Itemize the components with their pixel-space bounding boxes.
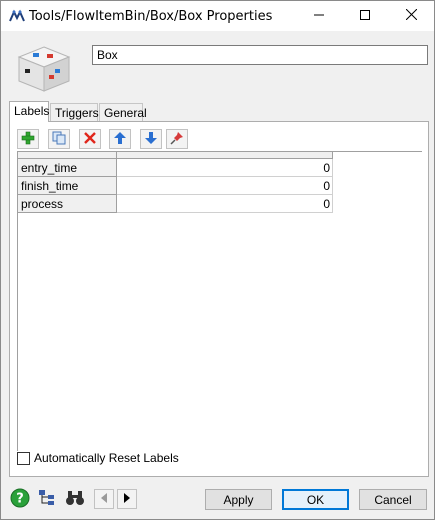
label-value-cell[interactable]: 0 — [117, 195, 333, 213]
next-button[interactable] — [117, 489, 137, 509]
close-button[interactable] — [388, 1, 434, 31]
tab-labels[interactable]: Labels — [9, 101, 49, 122]
find-button[interactable] — [64, 488, 86, 510]
pin-icon — [170, 131, 184, 148]
svg-text:?: ? — [16, 491, 24, 506]
value-column-header[interactable] — [117, 152, 333, 159]
table-header — [18, 152, 333, 159]
copy-label-button[interactable] — [48, 129, 70, 149]
auto-reset-labels-label: Automatically Reset Labels — [34, 451, 179, 465]
table-corner-header — [18, 152, 117, 159]
add-label-button[interactable] — [17, 129, 39, 149]
binoculars-icon — [65, 489, 85, 510]
maximize-icon — [360, 9, 370, 23]
arrow-right-icon — [123, 492, 131, 506]
arrow-left-icon — [100, 492, 108, 506]
table-row[interactable]: process 0 — [18, 195, 333, 213]
minimize-button[interactable] — [296, 1, 342, 31]
tab-general[interactable]: General — [99, 103, 147, 121]
auto-reset-labels-checkbox[interactable] — [17, 451, 30, 465]
box-object-icon — [15, 43, 73, 95]
title-bar[interactable]: Tools/FlowItemBin/Box/Box Properties — [1, 1, 434, 31]
label-value-cell[interactable]: 0 — [117, 177, 333, 195]
labels-panel: entry_time 0 finish_time 0 process 0 — [9, 121, 429, 477]
window-title: Tools/FlowItemBin/Box/Box Properties — [29, 9, 273, 24]
help-icon: ? — [10, 488, 30, 511]
minimize-icon — [314, 9, 324, 23]
help-button[interactable]: ? — [9, 488, 31, 510]
copy-label-icon — [52, 131, 66, 148]
cancel-button[interactable]: Cancel — [359, 489, 427, 510]
label-value-cell[interactable]: 0 — [117, 159, 333, 177]
close-icon — [405, 8, 417, 23]
ok-button[interactable]: OK — [282, 489, 349, 510]
label-name-cell[interactable]: process — [18, 195, 117, 213]
delete-label-icon — [83, 131, 97, 148]
auto-reset-labels-option[interactable]: Automatically Reset Labels — [17, 451, 179, 465]
maximize-button[interactable] — [342, 1, 388, 31]
properties-window: Tools/FlowItemBin/Box/Box Properties Box… — [0, 0, 435, 520]
move-up-button[interactable] — [109, 129, 131, 149]
delete-label-button[interactable] — [79, 129, 101, 149]
table-row[interactable]: finish_time 0 — [18, 177, 333, 195]
flexsim-app-icon — [9, 9, 25, 23]
move-down-icon — [144, 131, 158, 148]
object-name-field[interactable] — [92, 45, 428, 65]
tree-view-icon — [38, 489, 56, 510]
move-up-icon — [113, 131, 127, 148]
previous-button[interactable] — [94, 489, 114, 509]
add-label-icon — [21, 131, 35, 148]
tree-view-button[interactable] — [36, 488, 58, 510]
label-name-cell[interactable]: finish_time — [18, 177, 117, 195]
tab-triggers[interactable]: Triggers — [50, 103, 99, 121]
apply-button[interactable]: Apply — [205, 489, 272, 510]
label-name-cell[interactable]: entry_time — [18, 159, 117, 177]
pin-button[interactable] — [166, 129, 188, 149]
move-down-button[interactable] — [140, 129, 162, 149]
table-row[interactable]: entry_time 0 — [18, 159, 333, 177]
labels-table: entry_time 0 finish_time 0 process 0 — [17, 151, 422, 451]
